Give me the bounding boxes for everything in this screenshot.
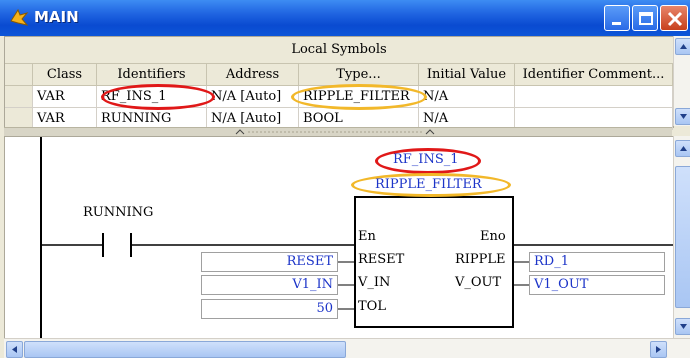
scroll-up-button[interactable] bbox=[675, 38, 690, 55]
horizontal-scroll-thumb[interactable] bbox=[24, 341, 346, 358]
normally-open-contact[interactable] bbox=[99, 231, 135, 259]
row-header[interactable] bbox=[5, 86, 33, 108]
symbols-vertical-scrollbar[interactable] bbox=[673, 36, 690, 126]
column-header-initial-value[interactable]: Initial Value bbox=[419, 64, 515, 86]
type-highlight-oval bbox=[291, 84, 427, 110]
cell-comment[interactable] bbox=[515, 86, 673, 108]
pin-v-out: V_OUT bbox=[455, 275, 502, 290]
identifier-highlight-oval bbox=[101, 84, 215, 110]
pin-reset: RESET bbox=[358, 252, 405, 267]
column-header-identifiers[interactable]: Identifiers bbox=[97, 64, 207, 86]
scroll-thumb[interactable] bbox=[675, 166, 690, 308]
close-button[interactable] bbox=[660, 5, 688, 31]
output-ripple-operand[interactable]: RD_1 bbox=[529, 252, 665, 272]
pin-eno: Eno bbox=[480, 229, 506, 244]
cell-initial-value[interactable]: N/A bbox=[419, 86, 515, 108]
cell-class[interactable]: VAR bbox=[33, 86, 97, 108]
horizontal-scrollbar[interactable] bbox=[4, 338, 690, 358]
minimize-button[interactable] bbox=[604, 5, 630, 31]
pin-v-in: V_IN bbox=[358, 275, 391, 290]
column-header-class[interactable]: Class bbox=[33, 64, 97, 86]
main-window: MAIN Local Symbols Class Identifiers Add… bbox=[0, 0, 690, 358]
maximize-button[interactable] bbox=[632, 5, 658, 31]
input-tol-operand[interactable]: 50 bbox=[201, 299, 338, 319]
input-reset-operand[interactable]: RESET bbox=[201, 252, 338, 272]
scroll-down-button[interactable] bbox=[675, 108, 690, 125]
cell-address[interactable]: N/A [Auto] bbox=[207, 86, 299, 108]
scroll-right-button[interactable] bbox=[650, 341, 667, 358]
title-bar[interactable]: MAIN bbox=[0, 0, 690, 36]
column-header-identifier-comment[interactable]: Identifier Comment... bbox=[515, 64, 673, 86]
ladder-vertical-scrollbar[interactable] bbox=[673, 136, 690, 338]
function-block-icon bbox=[10, 8, 29, 26]
column-header-address[interactable]: Address bbox=[207, 64, 299, 86]
row-header-corner bbox=[5, 64, 33, 86]
input-v-in-operand[interactable]: V1_IN bbox=[201, 275, 338, 295]
output-v-out-operand[interactable]: V1_OUT bbox=[529, 275, 665, 295]
block-type-highlight-oval bbox=[351, 173, 511, 197]
scroll-left-button[interactable] bbox=[6, 341, 23, 358]
ladder-diagram-area[interactable]: RUNNING RF_INS_1 RIPPLE_FILTER En RESET … bbox=[4, 136, 674, 340]
contact-label: RUNNING bbox=[83, 205, 154, 220]
pin-tol: TOL bbox=[358, 299, 386, 314]
scroll-down-button[interactable] bbox=[675, 318, 690, 335]
instance-highlight-oval bbox=[375, 148, 481, 174]
pin-en: En bbox=[358, 229, 376, 244]
window-title: MAIN bbox=[34, 8, 79, 26]
local-symbols-header: Local Symbols bbox=[5, 37, 673, 64]
column-header-type[interactable]: Type... bbox=[299, 64, 419, 86]
pin-ripple: RIPPLE bbox=[455, 252, 506, 267]
local-symbols-table: Local Symbols Class Identifiers Address … bbox=[4, 36, 674, 130]
scroll-up-button[interactable] bbox=[675, 140, 690, 157]
